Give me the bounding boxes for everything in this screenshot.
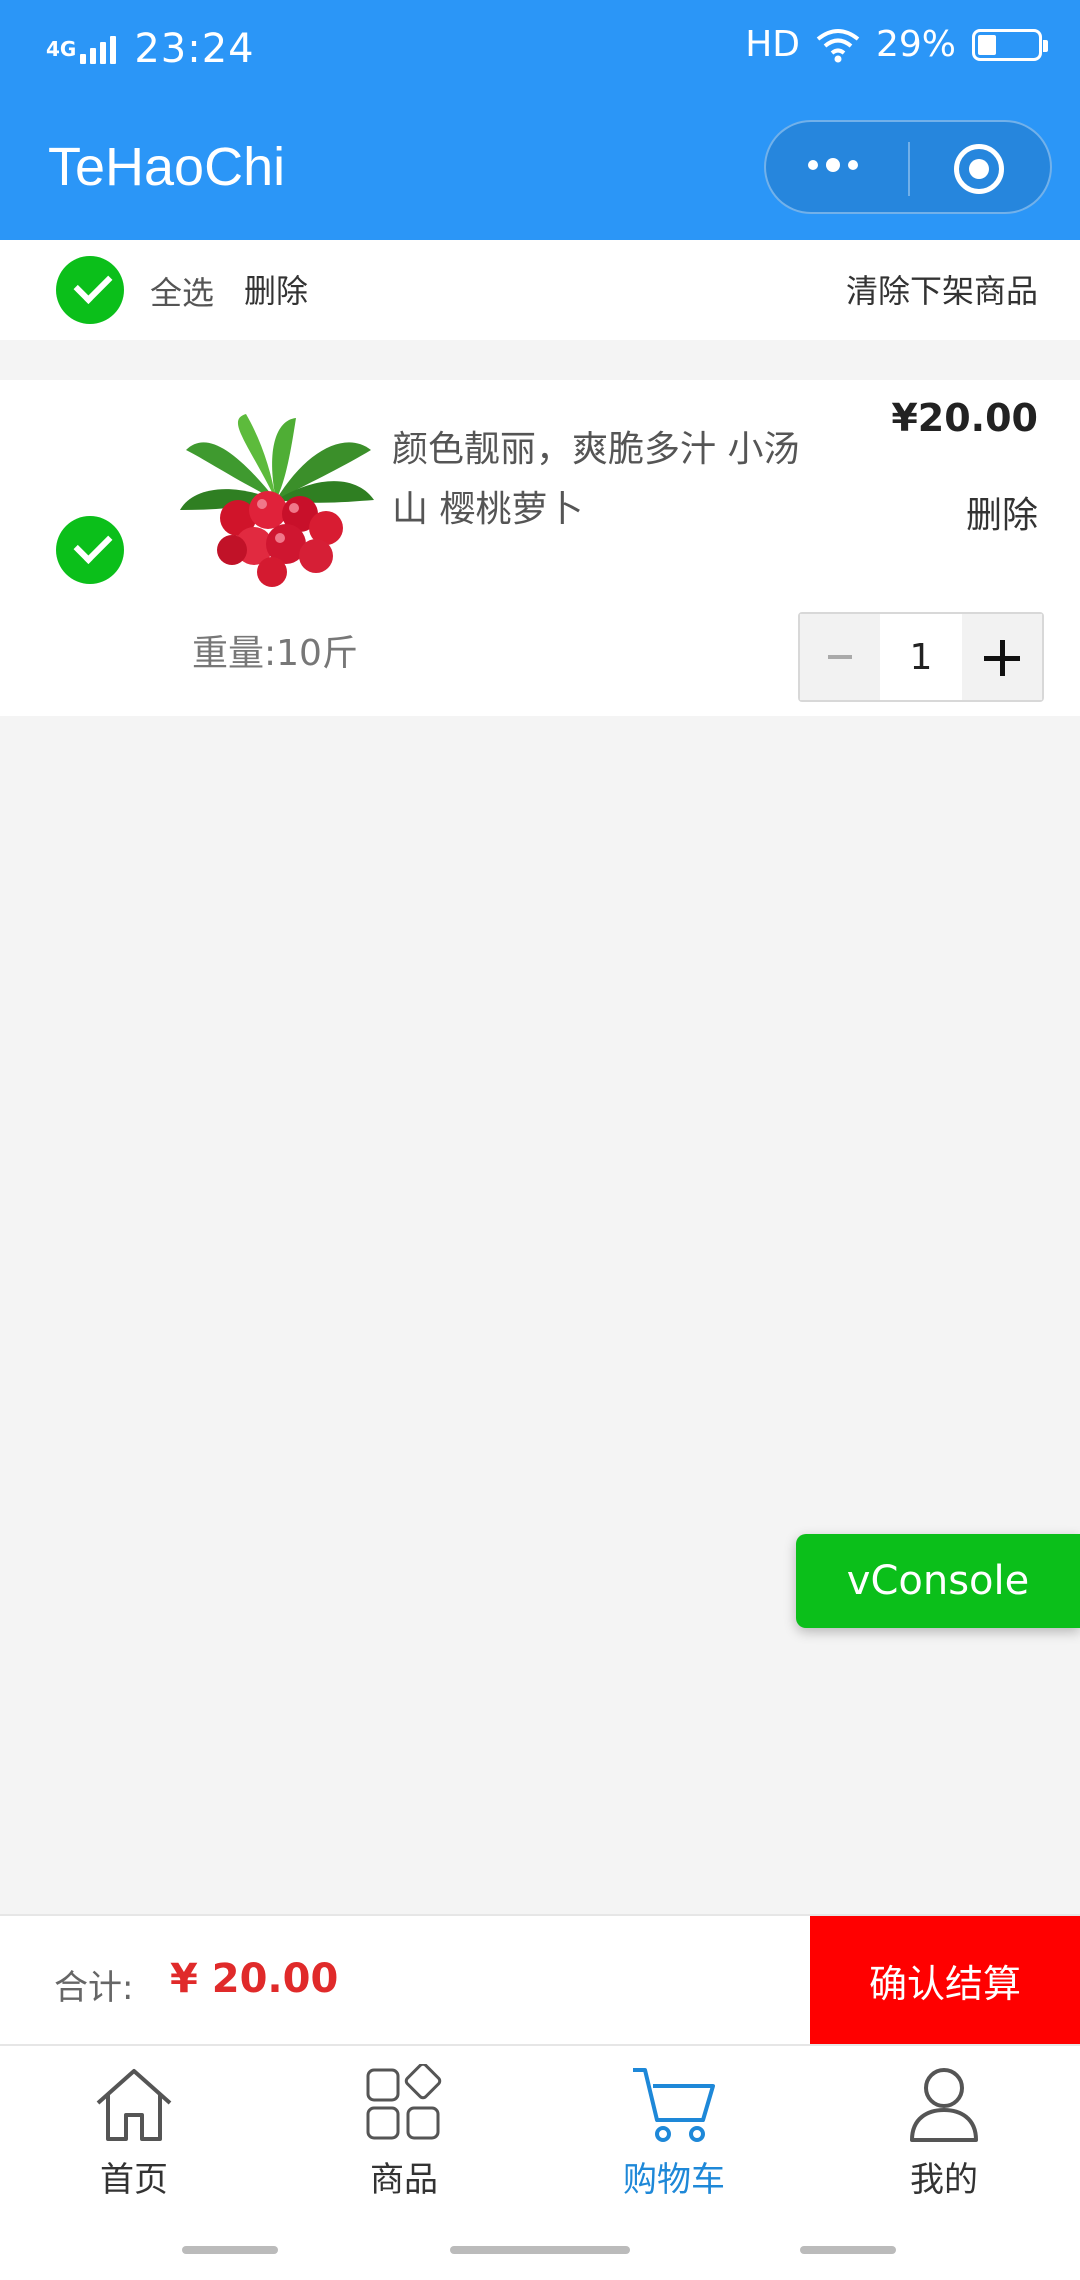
product-price: ¥20.00 bbox=[891, 396, 1038, 440]
tab-mine-label: 我的 bbox=[910, 2160, 978, 2200]
quantity-stepper: 1 bbox=[798, 612, 1044, 702]
tab-bar: 首页 商品 购物车 我的 bbox=[0, 2044, 1080, 2280]
product-image[interactable] bbox=[176, 410, 376, 590]
select-bar: 全选 删除 清除下架商品 bbox=[0, 240, 1080, 340]
total-label: 合计: bbox=[54, 1968, 134, 2008]
status-bar: 4G 23:24 HD 29% bbox=[0, 0, 1080, 96]
close-miniprogram-icon[interactable] bbox=[954, 144, 1004, 194]
tab-products-label: 商品 bbox=[370, 2160, 438, 2200]
clock: 23:24 bbox=[134, 26, 255, 72]
capsule-divider bbox=[908, 142, 910, 196]
cart-icon bbox=[633, 2068, 715, 2142]
total-amount: ¥ 20.00 bbox=[170, 1956, 339, 2002]
total-bar: 合计: ¥ 20.00 确认结算 bbox=[0, 1914, 1080, 2044]
tab-mine[interactable]: 我的 bbox=[844, 2064, 1044, 2234]
tab-home[interactable]: 首页 bbox=[34, 2064, 234, 2234]
increase-quantity-button[interactable] bbox=[962, 614, 1042, 700]
signal-icon bbox=[80, 34, 117, 64]
delete-item-button[interactable]: 删除 bbox=[966, 486, 1038, 538]
clear-offline-items-button[interactable]: 清除下架商品 bbox=[846, 266, 1038, 312]
tab-cart-label: 购物车 bbox=[623, 2160, 725, 2200]
navigation-bar: TeHaoChi bbox=[0, 96, 1080, 240]
status-left: 4G 23:24 bbox=[46, 26, 255, 72]
select-all-label[interactable]: 全选 bbox=[150, 268, 214, 314]
gesture-bar-left bbox=[182, 2246, 278, 2254]
product-name[interactable]: 颜色靓丽，爽脆多汁 小汤山 樱桃萝卜 bbox=[392, 420, 812, 540]
cart-item: 颜色靓丽，爽脆多汁 小汤山 樱桃萝卜 ¥20.00 删除 重量:10斤 1 bbox=[0, 380, 1080, 716]
network-type: 4G bbox=[46, 37, 77, 61]
product-spec: 重量:10斤 bbox=[192, 633, 358, 674]
vconsole-button[interactable]: vConsole bbox=[796, 1534, 1080, 1628]
select-all-check-icon[interactable] bbox=[56, 256, 124, 324]
decrease-quantity-button[interactable] bbox=[800, 614, 880, 700]
gesture-bar-right bbox=[800, 2246, 896, 2254]
minus-icon bbox=[828, 655, 852, 659]
hd-indicator: HD bbox=[745, 24, 800, 65]
page-title: TeHaoChi bbox=[48, 137, 286, 197]
miniprogram-capsule bbox=[764, 120, 1052, 214]
checkout-button[interactable]: 确认结算 bbox=[810, 1916, 1080, 2044]
grid-icon bbox=[366, 2064, 442, 2140]
delete-selected-button[interactable]: 删除 bbox=[244, 266, 308, 312]
status-right: HD 29% bbox=[745, 24, 1048, 65]
quantity-input[interactable]: 1 bbox=[880, 614, 962, 700]
tab-products[interactable]: 商品 bbox=[304, 2064, 504, 2234]
tab-home-label: 首页 bbox=[100, 2160, 168, 2200]
home-icon bbox=[96, 2069, 172, 2141]
gesture-bar-home[interactable] bbox=[450, 2246, 630, 2254]
user-icon bbox=[910, 2068, 978, 2142]
battery-percent: 29% bbox=[875, 24, 956, 65]
more-icon[interactable] bbox=[808, 158, 858, 172]
tab-cart[interactable]: 购物车 bbox=[574, 2064, 774, 2234]
battery-icon bbox=[972, 28, 1048, 61]
wifi-icon bbox=[816, 28, 860, 62]
item-check-icon[interactable] bbox=[56, 516, 124, 584]
